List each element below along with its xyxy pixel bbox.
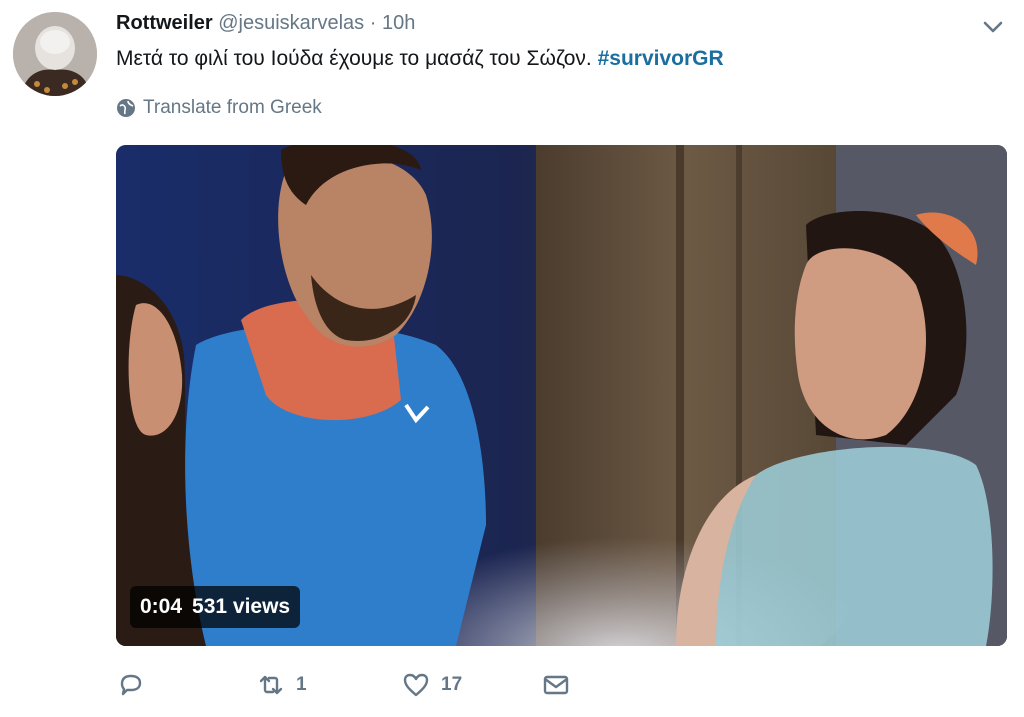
avatar-image xyxy=(13,12,97,96)
translate-link[interactable]: Translate from Greek xyxy=(116,97,322,119)
reply-button[interactable] xyxy=(116,670,146,700)
tweet-header: Rottweiler @jesuiskarvelas · 10h xyxy=(116,12,415,35)
tweet-actions: 1 17 xyxy=(116,670,636,708)
retweet-button[interactable]: 1 xyxy=(256,670,307,700)
tweet-body: Μετά το φιλί του Ιούδα έχουμε το μασάζ τ… xyxy=(116,47,598,70)
globe-icon xyxy=(117,99,135,117)
reply-icon xyxy=(120,674,142,696)
separator-dot: · xyxy=(369,12,377,34)
retweet-count: 1 xyxy=(296,674,307,695)
like-count: 17 xyxy=(441,674,463,695)
video-info-badge: 0:04 531 views xyxy=(130,586,301,628)
retweet-icon xyxy=(259,675,283,695)
video-player[interactable]: 0:04 531 views xyxy=(116,145,1007,646)
direct-message-button[interactable] xyxy=(541,670,571,700)
video-frame xyxy=(116,145,1007,646)
chevron-down-icon[interactable] xyxy=(980,14,1006,40)
video-views: 531 views xyxy=(192,595,291,618)
user-handle[interactable]: @jesuiskarvelas xyxy=(218,12,364,34)
avatar[interactable] xyxy=(13,12,97,96)
tweet-text: Μετά το φιλί του Ιούδα έχουμε το μασάζ τ… xyxy=(116,47,724,71)
translate-label: Translate from Greek xyxy=(143,97,322,118)
hashtag-link[interactable]: #survivorGR xyxy=(598,47,724,70)
envelope-icon xyxy=(543,675,569,695)
display-name[interactable]: Rottweiler xyxy=(116,12,213,34)
like-button[interactable]: 17 xyxy=(401,670,462,700)
heart-icon xyxy=(403,673,429,697)
video-duration: 0:04 xyxy=(140,595,183,618)
tweet-timestamp[interactable]: 10h xyxy=(382,12,415,34)
